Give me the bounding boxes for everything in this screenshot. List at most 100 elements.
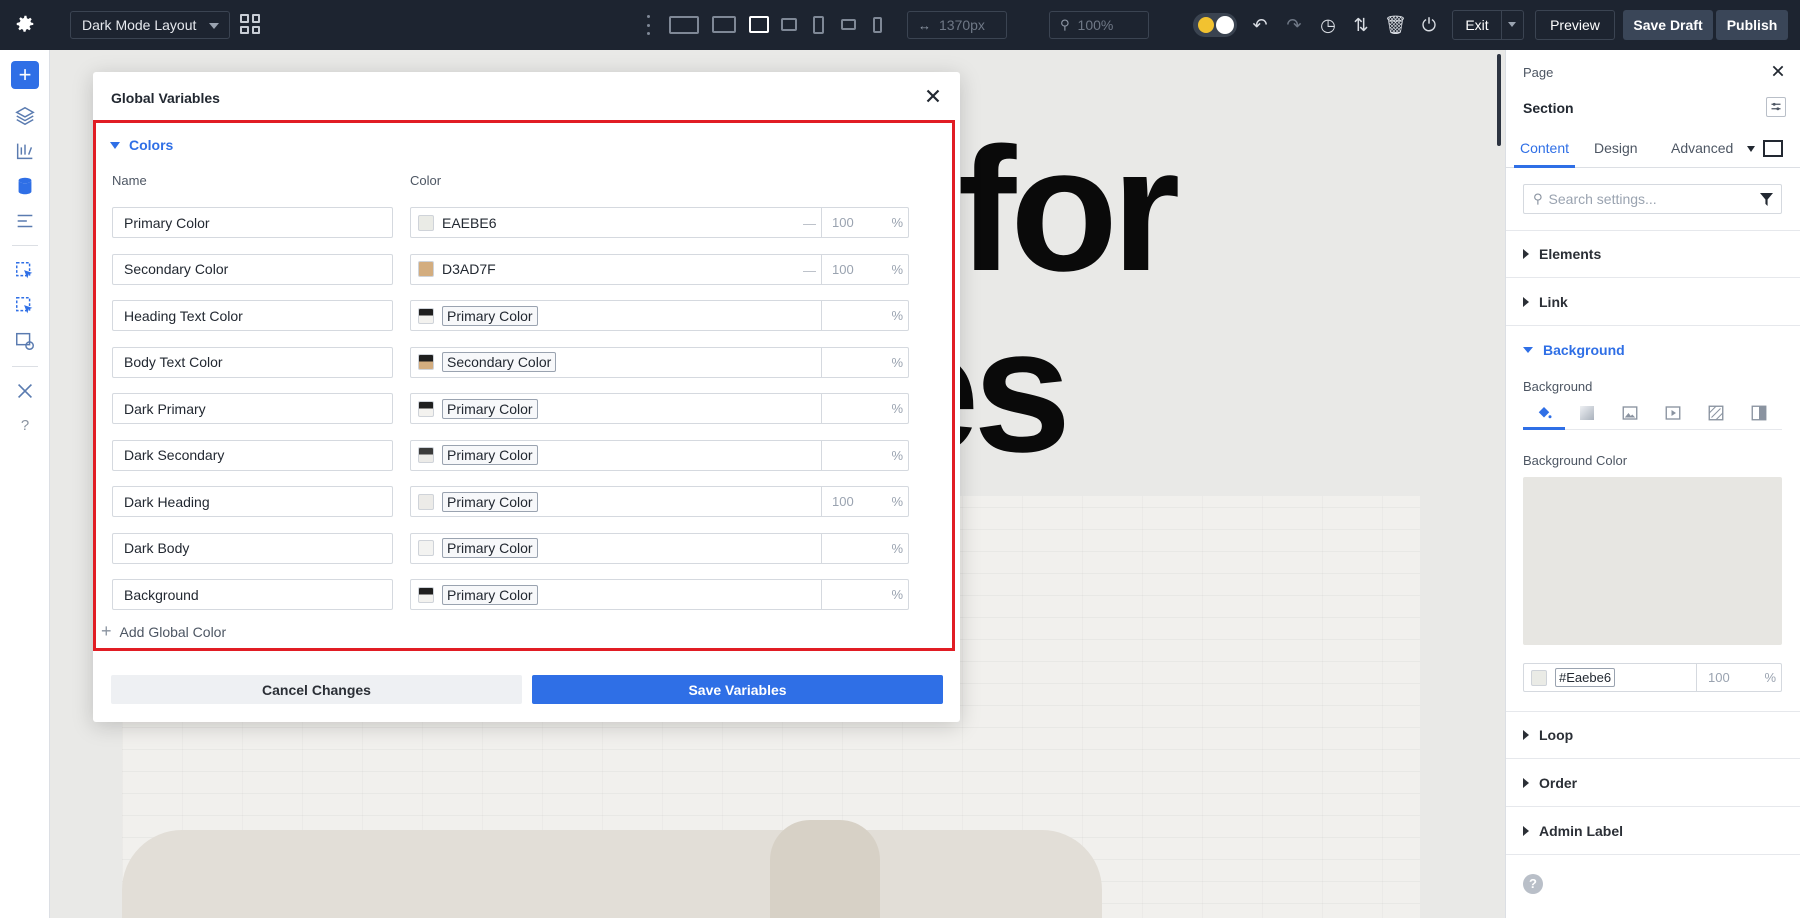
desktop-wide-icon[interactable]	[669, 16, 699, 34]
color-swatch[interactable]	[418, 261, 434, 277]
color-swatch[interactable]	[418, 447, 434, 463]
phone-portrait-icon[interactable]	[873, 17, 882, 33]
variable-color-input[interactable]: Primary Color%	[410, 579, 909, 610]
section-link[interactable]: Link	[1506, 278, 1800, 326]
gear-icon[interactable]	[14, 13, 36, 35]
section-order[interactable]: Order	[1506, 759, 1800, 807]
more-vertical-icon[interactable]	[647, 15, 651, 35]
section-background[interactable]: Background	[1506, 326, 1800, 374]
trash-icon[interactable]: 🗑	[1384, 14, 1407, 36]
background-color-tab[interactable]	[1523, 400, 1565, 430]
variable-reference-tag[interactable]: Primary Color	[442, 445, 538, 465]
variable-color-input[interactable]: D3AD7F — 100%	[410, 253, 910, 285]
color-swatch[interactable]	[418, 586, 434, 603]
grid-icon[interactable]	[240, 14, 260, 34]
filter-icon[interactable]	[1760, 193, 1773, 206]
cancel-changes-button[interactable]: Cancel Changes	[111, 675, 522, 704]
help-icon[interactable]: ?	[1523, 874, 1543, 894]
opacity-field[interactable]: %	[821, 394, 910, 423]
template-settings-icon[interactable]	[14, 330, 36, 352]
background-gradient-tab[interactable]	[1566, 400, 1608, 430]
variable-reference-tag[interactable]: Secondary Color	[442, 352, 557, 372]
close-icon[interactable]	[922, 85, 944, 107]
undo-icon[interactable]: ↶	[1249, 14, 1271, 36]
database-icon[interactable]	[14, 175, 36, 197]
color-swatch[interactable]	[418, 400, 434, 417]
library-icon[interactable]	[14, 140, 36, 162]
section-elements[interactable]: Elements	[1506, 230, 1800, 278]
opacity-field[interactable]: %	[821, 347, 910, 377]
background-image-tab[interactable]	[1609, 400, 1651, 430]
variable-name-input[interactable]: Background	[112, 579, 393, 610]
variable-name-input[interactable]: Secondary Color	[112, 253, 393, 285]
variable-name-input[interactable]: Heading Text Color	[112, 300, 393, 331]
color-swatch[interactable]	[418, 493, 434, 510]
variable-color-input[interactable]: Primary Color%	[410, 300, 909, 331]
variable-name-input[interactable]: Dark Body	[112, 532, 393, 564]
close-icon[interactable]	[1770, 63, 1786, 79]
canvas-scrollbar[interactable]	[1497, 54, 1501, 146]
tab-dropdown-chevron-icon[interactable]	[1747, 146, 1755, 152]
color-swatch[interactable]	[418, 214, 434, 231]
history-icon[interactable]: ◷	[1317, 14, 1339, 36]
sliders-icon[interactable]	[1766, 97, 1786, 117]
variable-name-input[interactable]: Primary Color	[112, 207, 393, 238]
desktop-icon[interactable]	[712, 16, 736, 33]
search-settings-input[interactable]: ⚲ Search settings...	[1523, 184, 1782, 214]
variable-color-input[interactable]: Secondary Color%	[410, 346, 910, 378]
save-variables-button[interactable]: Save Variables	[532, 675, 943, 704]
color-swatch[interactable]	[1531, 669, 1547, 686]
tablet-landscape-icon[interactable]	[781, 18, 797, 31]
color-swatch[interactable]	[418, 307, 434, 324]
background-color-input[interactable]: #Eaebe6 100 %	[1523, 663, 1782, 692]
select-cursor-icon[interactable]	[14, 260, 36, 282]
tools-icon[interactable]	[14, 380, 36, 402]
exit-menu-chevron-icon[interactable]	[1508, 22, 1516, 27]
background-mask-tab[interactable]	[1738, 400, 1780, 430]
laptop-icon[interactable]	[749, 16, 769, 33]
tab-content[interactable]: Content	[1514, 134, 1575, 168]
list-settings-icon[interactable]	[14, 210, 36, 232]
phone-landscape-icon[interactable]	[841, 19, 856, 30]
background-pattern-tab[interactable]	[1695, 400, 1737, 430]
background-video-tab[interactable]	[1652, 400, 1694, 430]
color-swatch[interactable]	[418, 540, 434, 556]
variable-reference-tag[interactable]: Primary Color	[442, 491, 538, 512]
variable-color-input[interactable]: EAEBE6 — 100%	[410, 207, 909, 238]
opacity-field[interactable]: %	[821, 580, 910, 609]
power-icon[interactable]: ⏻	[1418, 14, 1440, 36]
variable-reference-tag[interactable]: Primary Color	[442, 305, 538, 326]
layers-icon[interactable]	[14, 105, 36, 127]
save-draft-button[interactable]: Save Draft	[1623, 10, 1713, 40]
add-global-color-button[interactable]: + Add Global Color	[101, 621, 226, 642]
help-icon[interactable]: ?	[14, 415, 36, 437]
preview-button[interactable]: Preview	[1535, 10, 1615, 40]
variable-reference-tag[interactable]: Primary Color	[442, 584, 538, 605]
canvas-width-field[interactable]: ↔ 1370px	[907, 11, 1007, 39]
redo-icon[interactable]: ↷	[1283, 14, 1305, 36]
add-element-button[interactable]: +	[11, 61, 39, 89]
tablet-portrait-icon[interactable]	[813, 16, 824, 34]
opacity-field[interactable]: %	[821, 440, 910, 470]
publish-button[interactable]: Publish	[1716, 10, 1788, 40]
tab-design[interactable]: Design	[1594, 134, 1638, 168]
variable-color-input[interactable]: Primary Color%	[410, 532, 910, 564]
opacity-field[interactable]: 100%	[821, 487, 910, 516]
sort-icon[interactable]: ⇅	[1350, 14, 1372, 36]
background-hex-value[interactable]: #Eaebe6	[1555, 668, 1616, 687]
panel-layout-icon[interactable]	[1763, 140, 1783, 157]
tab-advanced[interactable]: Advanced	[1671, 134, 1733, 168]
opacity-field[interactable]: %	[821, 301, 910, 330]
color-swatch[interactable]	[418, 354, 434, 370]
opacity-field[interactable]: 100%	[821, 208, 910, 237]
variable-reference-tag[interactable]: Primary Color	[442, 538, 538, 558]
variable-color-input[interactable]: Primary Color 100%	[410, 486, 909, 517]
layout-select[interactable]: Dark Mode Layout	[70, 11, 230, 39]
breadcrumb[interactable]: Page	[1523, 65, 1553, 80]
opacity-field[interactable]: %	[821, 533, 910, 563]
variable-name-input[interactable]: Body Text Color	[112, 346, 393, 378]
opacity-field[interactable]: 100%	[821, 254, 910, 284]
zoom-field[interactable]: ⚲ 100%	[1049, 11, 1149, 39]
colors-section-toggle[interactable]: Colors	[110, 137, 173, 153]
variable-name-input[interactable]: Dark Secondary	[112, 439, 393, 471]
